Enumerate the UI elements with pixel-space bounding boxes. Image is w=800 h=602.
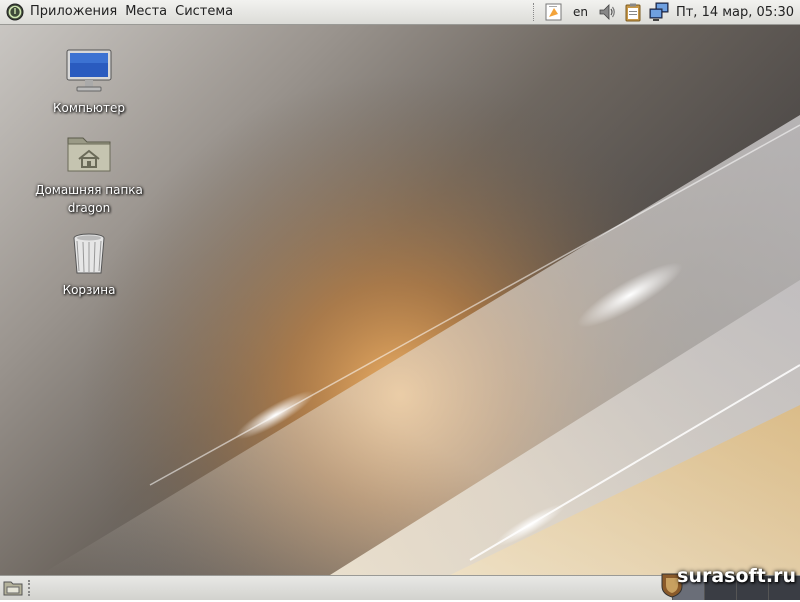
- home-folder-icon: [65, 129, 113, 177]
- top-panel: Приложения Места Система en Пт, 14 мар, …: [0, 0, 800, 25]
- volume-icon[interactable]: [596, 1, 618, 23]
- menu-applications[interactable]: Приложения: [30, 0, 117, 24]
- network-icon[interactable]: [648, 1, 670, 23]
- tray-separator: [532, 3, 536, 21]
- desktop-icon-label: Компьютер: [53, 101, 125, 115]
- mint-menu-icon[interactable]: [4, 1, 26, 23]
- desktop-icon-computer[interactable]: Компьютер: [29, 47, 149, 117]
- desktop[interactable]: Компьютер Домашняя папка dragon Корзина: [0, 25, 800, 575]
- desktop-icon-label: Корзина: [62, 283, 116, 297]
- keyboard-layout-indicator[interactable]: en: [573, 5, 588, 19]
- clock[interactable]: Пт, 14 мар, 05:30: [676, 5, 794, 20]
- menu-places[interactable]: Места: [125, 0, 167, 24]
- notes-icon[interactable]: [543, 1, 565, 23]
- system-tray: en Пт, 14 мар, 05:30: [528, 0, 800, 24]
- desktop-icon-trash[interactable]: Корзина: [29, 229, 149, 299]
- show-desktop-icon[interactable]: [3, 579, 23, 597]
- desktop-icon-home-folder[interactable]: Домашняя папка dragon: [29, 129, 149, 217]
- computer-icon: [65, 47, 113, 95]
- menu-system[interactable]: Система: [175, 0, 233, 24]
- desktop-icon-label: Домашняя папка dragon: [35, 183, 143, 215]
- clipboard-icon[interactable]: [622, 1, 644, 23]
- trash-icon: [65, 229, 113, 277]
- panel-handle[interactable]: [28, 580, 34, 596]
- watermark-text: surasoft.ru: [677, 565, 796, 587]
